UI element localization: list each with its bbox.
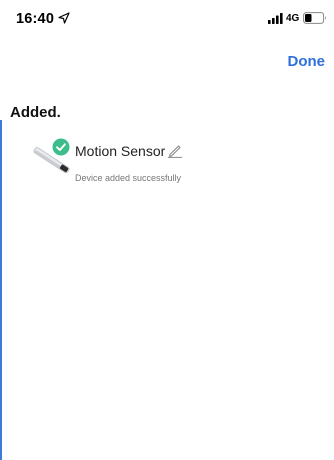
device-status-text: Device added successfully — [75, 173, 182, 183]
battery-icon — [303, 12, 326, 24]
pencil-icon[interactable] — [167, 142, 183, 158]
status-time: 16:40 — [16, 11, 55, 27]
status-bar: 16:40 4G — [0, 0, 334, 40]
cellular-signal-icon — [268, 13, 283, 24]
check-circle-icon — [52, 138, 70, 156]
done-button[interactable]: Done — [288, 53, 326, 70]
left-edge-accent — [0, 120, 2, 460]
network-type-label: 4G — [286, 13, 300, 24]
location-arrow-icon — [58, 12, 70, 24]
page-title: Added. — [10, 104, 61, 121]
device-name: Motion Sensor — [75, 143, 166, 159]
